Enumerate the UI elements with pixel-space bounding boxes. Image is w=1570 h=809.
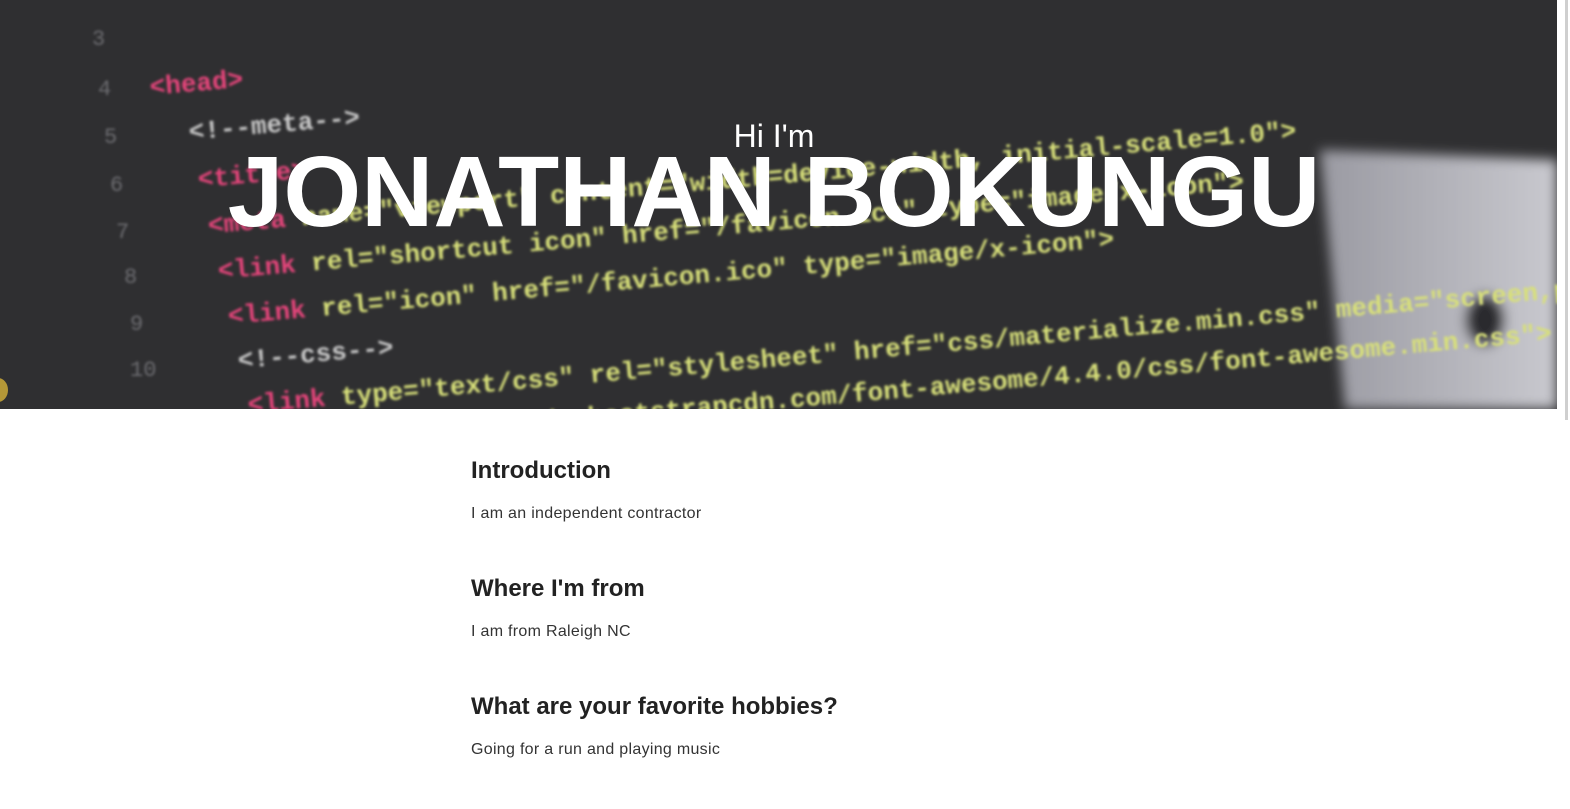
section-hobbies: What are your favorite hobbies? Going fo… <box>471 691 1171 763</box>
section-text: I am from Raleigh NC <box>471 623 631 640</box>
section-text: Going for a run and playing music <box>471 741 721 758</box>
section-where-from: Where I'm from I am from Raleigh NC <box>471 573 1171 645</box>
section-heading: Introduction <box>471 457 611 484</box>
section-text: I am an independent contractor <box>471 505 702 522</box>
main-content: Introduction I am an independent contrac… <box>471 455 1171 809</box>
hero-text: Hi I'm JONATHAN BOKUNGU <box>0 0 1557 409</box>
section-introduction: Introduction I am an independent contrac… <box>471 455 1171 527</box>
hero-name: JONATHAN BOKUNGU <box>227 136 1321 248</box>
page-scrollbar-thumb[interactable] <box>1565 0 1568 420</box>
hero-banner: 3 4 5 6 7 8 9 10 <head> <!--meta--> <title… <box>0 0 1557 409</box>
section-heading: Where I'm from <box>471 575 645 602</box>
page-scrollbar[interactable] <box>1557 0 1570 755</box>
section-heading: What are your favorite hobbies? <box>471 693 838 720</box>
